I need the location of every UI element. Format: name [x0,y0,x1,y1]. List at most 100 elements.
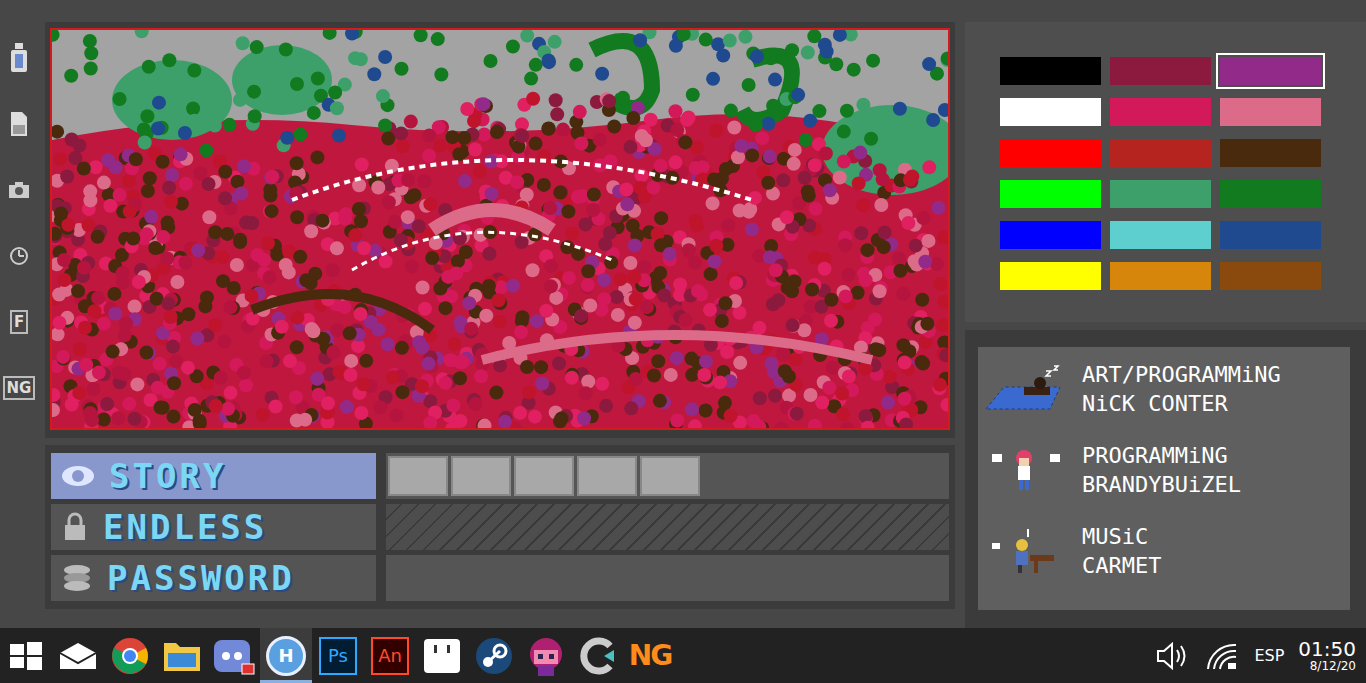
mail-icon [58,641,98,671]
color-swatch[interactable] [1110,139,1211,167]
sleeping-person-icon [984,365,1064,415]
color-swatch[interactable] [1220,98,1321,126]
tool-glyph-icon: NG [3,376,36,400]
toolbar-button[interactable] [2,104,36,144]
mode-button[interactable]: ENDLESS [51,504,376,550]
chapter-slot[interactable] [577,456,637,496]
taskbar-app[interactable]: H [260,628,312,683]
clock-date: 8/12/20 [1310,660,1356,673]
newgrounds-icon: NG [629,639,671,672]
credit-text: PROGRAMMiNG BRANDYBUiZEL [1082,442,1241,499]
color-swatch[interactable] [1220,262,1321,290]
color-swatch[interactable] [1000,57,1101,85]
taskbar-app[interactable] [52,628,104,683]
color-swatch[interactable] [1000,139,1101,167]
drawing-canvas[interactable] [50,28,950,430]
clock-icon [9,246,29,266]
avatar [984,365,1064,415]
mode-label: STORY [109,456,226,496]
mode-track [386,504,949,550]
color-swatch[interactable] [1000,98,1101,126]
mode-track[interactable] [386,555,949,601]
taskbar-app[interactable]: NG [624,628,676,683]
color-swatch[interactable] [1000,221,1101,249]
photoshop-icon: Ps [319,637,357,675]
swirl-icon [578,636,618,676]
avatar [984,527,1064,577]
credit-entry: MUSiC CARMET [984,523,1344,580]
mode-label: ENDLESS [103,507,267,547]
chapter-slot[interactable] [514,456,574,496]
wifi-icon[interactable] [1204,641,1240,671]
toolbar-button[interactable] [2,236,36,276]
color-swatch[interactable] [1110,262,1211,290]
chapter-slot[interactable] [388,456,448,496]
taskbar-app[interactable] [208,628,260,683]
credits-panel: ART/PROGRAMMiNG NiCK CONTER PROGRAMMiNG … [965,330,1366,628]
tool-glyph-icon: F [10,310,28,334]
credit-name: NiCK CONTER [1082,390,1281,419]
color-swatch[interactable] [1110,221,1211,249]
taskbar-app[interactable] [156,628,208,683]
pianist-icon [984,527,1064,577]
taskbar-app[interactable] [0,628,52,683]
clock[interactable]: 01:50 8/12/20 [1298,638,1356,673]
toolbar-button[interactable] [2,38,36,78]
menu-row: ENDLESS [51,504,949,550]
character-icon [524,634,568,678]
credit-role: ART/PROGRAMMiNG [1082,361,1281,390]
left-column: STORY ENDLESS PASSWORD [45,0,955,628]
color-swatch[interactable] [1220,180,1321,208]
credit-entry: PROGRAMMiNG BRANDYBUiZEL [984,442,1344,499]
taskbar-app[interactable] [104,628,156,683]
credit-name: CARMET [1082,552,1161,581]
mode-button[interactable]: PASSWORD [51,555,376,601]
mode-track [386,453,949,499]
right-column: ART/PROGRAMMiNG NiCK CONTER PROGRAMMiNG … [965,0,1366,628]
mode-label: PASSWORD [107,558,295,598]
mode-button[interactable]: STORY [51,453,376,499]
language-indicator[interactable]: ESP [1254,646,1284,665]
main-area: F NG STORY ENDLESS PASSWORD ART/PROGRAMMi… [0,0,1366,628]
taskbar-app[interactable] [468,628,520,683]
canvas-panel [45,22,955,438]
credit-name: BRANDYBUiZEL [1082,471,1241,500]
toolbar-button[interactable] [2,170,36,210]
credit-entry: ART/PROGRAMMiNG NiCK CONTER [984,361,1344,418]
discord-icon [212,636,256,676]
side-toolbar: F NG [0,0,38,628]
color-swatch[interactable] [1000,180,1101,208]
camera-icon [8,181,30,199]
taskbar-app[interactable]: An [364,628,416,683]
taskbar-app[interactable] [416,628,468,683]
color-swatch[interactable] [1220,139,1321,167]
mode-menu: STORY ENDLESS PASSWORD [45,445,955,609]
chapter-slot[interactable] [451,456,511,496]
rose-painting-icon [52,30,948,428]
color-swatch[interactable] [1000,262,1101,290]
color-swatch[interactable] [1110,98,1211,126]
color-swatch[interactable] [1220,57,1321,85]
start-icon [8,641,44,671]
programmer-girl-icon [984,446,1064,496]
lock-icon [61,512,89,542]
menu-row: PASSWORD [51,555,949,601]
color-swatch[interactable] [1110,180,1211,208]
menu-row: STORY [51,453,949,499]
color-swatch[interactable] [1110,57,1211,85]
toolbar-button[interactable]: F [2,302,36,342]
taskbar-app[interactable]: Ps [312,628,364,683]
hex-app-icon: H [266,636,306,676]
toolbar-button[interactable]: NG [2,368,36,408]
white-box-icon [422,637,462,675]
page-icon [9,111,29,137]
color-swatch[interactable] [1220,221,1321,249]
chapter-slot[interactable] [640,456,700,496]
taskbar-app[interactable] [520,628,572,683]
taskbar-app[interactable] [572,628,624,683]
volume-icon[interactable] [1156,641,1190,671]
taskbar: H PsAn NG ESP 01:50 8/12/20 [0,628,1366,683]
chrome-icon [110,636,150,676]
system-tray: ESP 01:50 8/12/20 [1156,638,1366,673]
game-screen: F NG STORY ENDLESS PASSWORD ART/PROGRAMMi… [0,0,1366,683]
